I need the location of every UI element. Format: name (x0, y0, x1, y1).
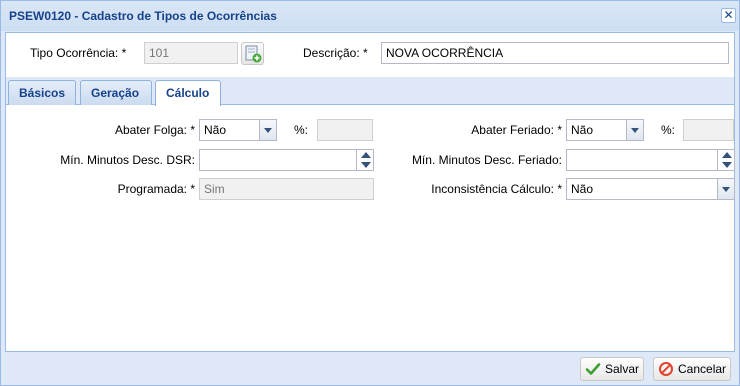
programada-label: Programada: * (117, 182, 195, 196)
save-label: Salvar (605, 362, 640, 376)
cancel-label: Cancelar (678, 362, 727, 376)
inconsistencia-calculo-combo[interactable]: Não (566, 178, 735, 200)
min-minutos-feriado-label: Mín. Minutos Desc. Feriado: (411, 153, 562, 167)
form-panel: Tipo Ocorrência: * 101 Descrição: * NOVA… (5, 32, 735, 352)
tab-strip: Básicos Geração Cálculo (6, 77, 734, 106)
abater-folga-percent-field (317, 119, 373, 141)
spinner-icon[interactable] (356, 150, 373, 170)
spinner-icon[interactable] (717, 150, 734, 170)
tipo-ocorrencia-field: 101 (144, 42, 238, 64)
cancel-button[interactable]: Cancelar (653, 357, 731, 381)
min-minutos-dsr-field[interactable] (199, 149, 374, 171)
chevron-down-icon[interactable] (259, 120, 276, 140)
chevron-down-icon[interactable] (717, 179, 734, 199)
abater-feriado-value: Não (571, 123, 594, 137)
abater-feriado-percent-field (683, 119, 734, 141)
close-icon[interactable]: ✕ (721, 8, 736, 23)
abater-folga-label: Abater Folga: * (114, 123, 195, 137)
dialog-window: PSEW0120 - Cadastro de Tipos de Ocorrênc… (0, 0, 740, 386)
percent-label: %: (661, 123, 676, 137)
window-title: PSEW0120 - Cadastro de Tipos de Ocorrênc… (9, 9, 277, 23)
save-button[interactable]: Salvar (580, 357, 644, 381)
inconsistencia-calculo-label: Inconsistência Cálculo: * (431, 182, 562, 196)
min-minutos-feriado-field[interactable] (566, 149, 735, 171)
descricao-field[interactable]: NOVA OCORRÊNCIA (381, 42, 729, 64)
programada-field: Sim (199, 178, 374, 200)
min-minutos-dsr-label: Mín. Minutos Desc. DSR: (60, 153, 195, 167)
abater-folga-value: Não (204, 123, 227, 137)
tab-calculo[interactable]: Cálculo (155, 80, 221, 106)
tipo-ocorrencia-label: Tipo Ocorrência: * (30, 46, 127, 60)
abater-feriado-combo[interactable]: Não (566, 119, 644, 141)
percent-label: %: (294, 123, 309, 137)
abater-folga-combo[interactable]: Não (199, 119, 277, 141)
chevron-down-icon[interactable] (626, 120, 643, 140)
check-icon (585, 363, 601, 375)
inconsistencia-calculo-value: Não (571, 182, 594, 196)
abater-feriado-label: Abater Feriado: * (471, 123, 562, 137)
tab-basicos[interactable]: Básicos (8, 80, 76, 105)
title-bar[interactable]: PSEW0120 - Cadastro de Tipos de Ocorrênc… (1, 1, 739, 31)
new-record-button[interactable] (241, 42, 264, 65)
descricao-label: Descrição: * (303, 46, 368, 60)
cancel-icon (659, 362, 673, 376)
tab-geracao[interactable]: Geração (80, 80, 152, 105)
new-record-icon (245, 45, 262, 63)
